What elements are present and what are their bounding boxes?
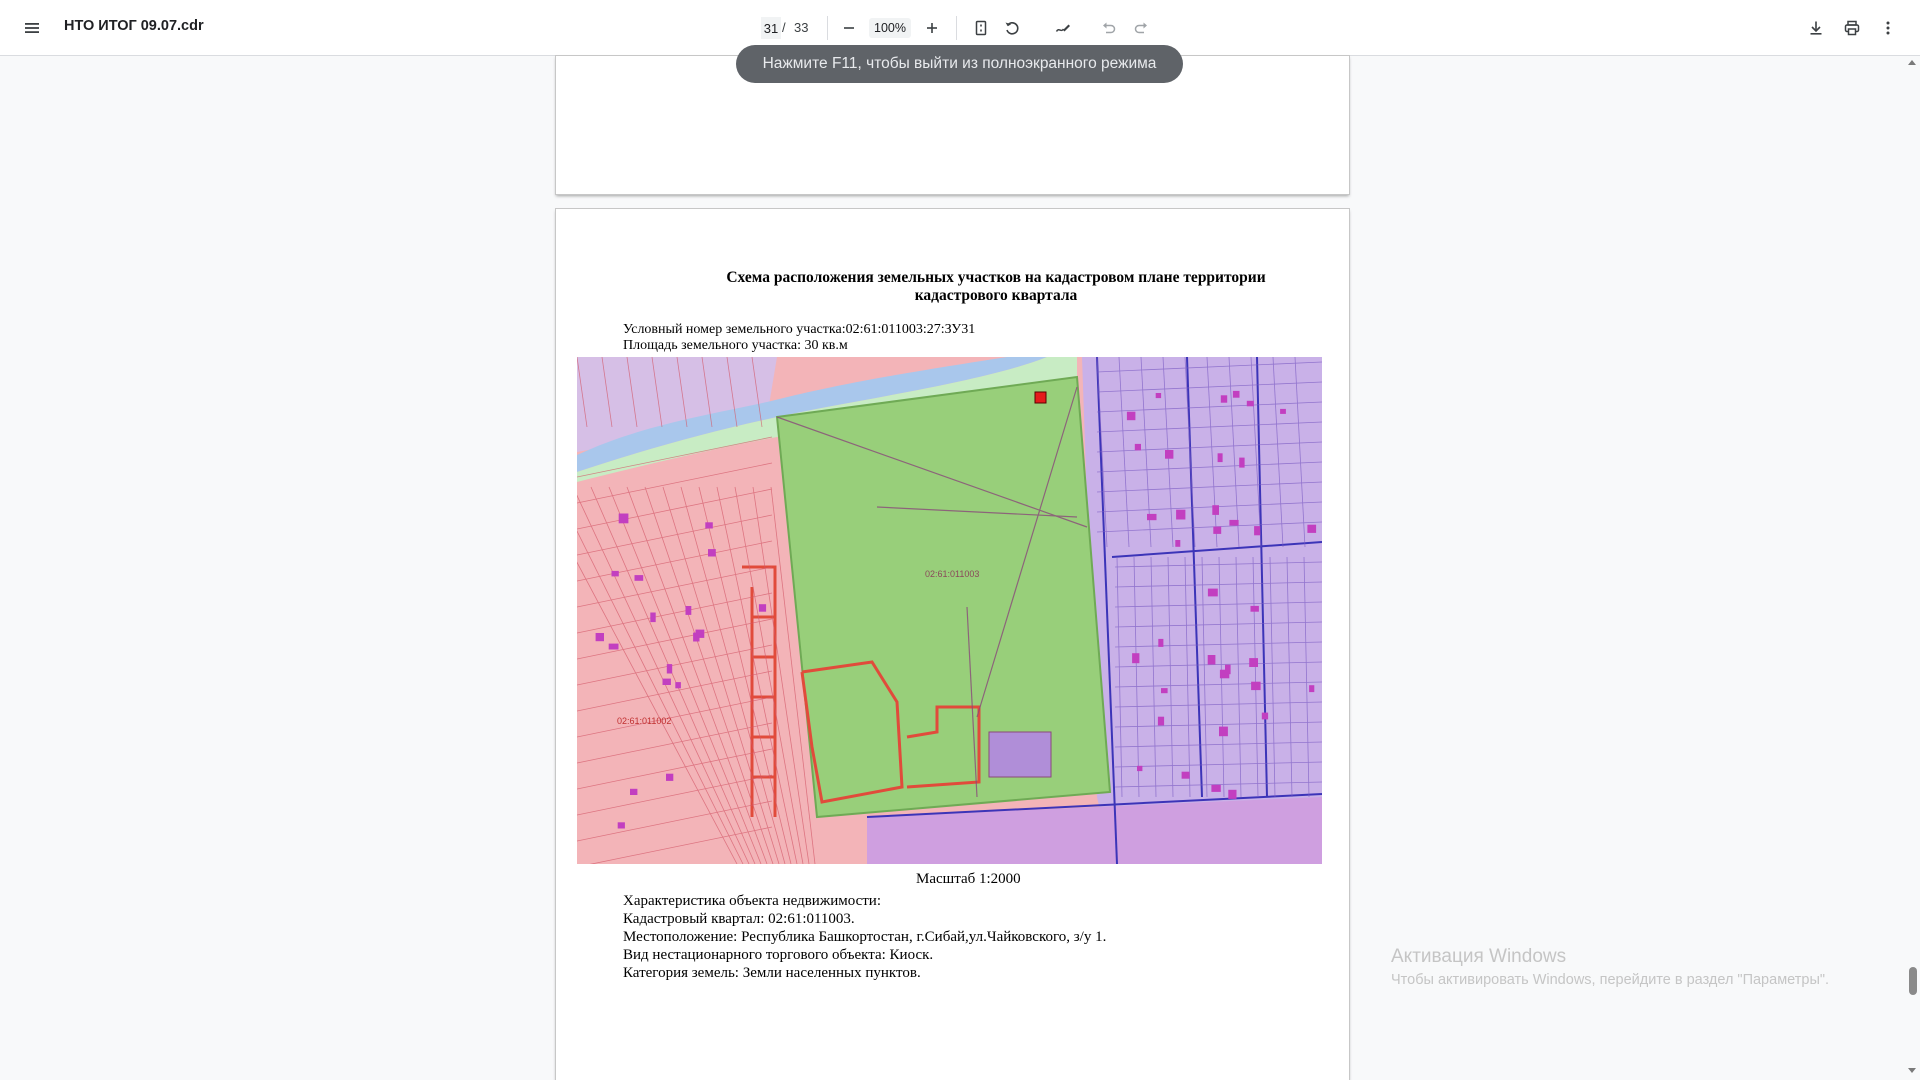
building — [1207, 588, 1218, 597]
building — [617, 822, 625, 829]
characteristics-heading: Характеристика объекта недвижимости: — [623, 893, 881, 909]
building — [1207, 655, 1216, 665]
land-category: Категория земель: Земли населенных пункт… — [623, 965, 921, 981]
fit-page-icon[interactable] — [967, 14, 995, 42]
building — [1147, 513, 1157, 521]
toolbar-divider — [827, 16, 828, 40]
building — [1132, 653, 1140, 664]
building — [1307, 524, 1317, 533]
building — [1280, 408, 1286, 414]
building — [1157, 716, 1165, 726]
building — [1228, 789, 1237, 799]
undo-icon[interactable] — [1095, 14, 1123, 42]
building — [1251, 681, 1261, 691]
building — [1254, 526, 1261, 536]
annotate-icon[interactable] — [1049, 14, 1077, 42]
more-options-icon[interactable] — [1874, 14, 1902, 42]
building — [1126, 411, 1136, 421]
sheet-title-line1: Схема расположения земельных участков на… — [726, 269, 1266, 286]
windows-activation-subtitle: Чтобы активировать Windows, перейдите в … — [1391, 972, 1830, 988]
plot-number: Условный номер земельного участка:02:61:… — [623, 322, 976, 337]
map-label-center: 02:61:011003 — [925, 569, 979, 579]
building — [1217, 453, 1223, 463]
location: Местоположение: Республика Башкортостан,… — [623, 929, 1107, 945]
building — [1175, 540, 1181, 547]
total-pages: 33 — [794, 20, 809, 35]
cadastral-map: 02:61:011003 02:61:011002 — [577, 357, 1322, 864]
windows-activation-title: Активация Windows — [1391, 946, 1567, 967]
scrollbar-thumb[interactable] — [1909, 967, 1917, 995]
building — [1249, 658, 1258, 667]
building — [634, 575, 644, 581]
hamburger-menu-icon[interactable] — [18, 14, 46, 42]
building — [618, 513, 629, 524]
building — [758, 604, 767, 612]
building — [1212, 505, 1219, 515]
map-scale: Масштаб 1:2000 — [916, 871, 1021, 887]
building — [1250, 605, 1259, 612]
fullscreen-toast: Нажмите F11, чтобы выйти из полноэкранно… — [736, 45, 1183, 83]
sheet-title-line2: кадастрового квартала — [914, 287, 1078, 304]
rotate-icon[interactable] — [998, 14, 1026, 42]
building — [608, 643, 619, 650]
building — [1261, 712, 1269, 720]
building — [595, 633, 604, 642]
building — [650, 612, 656, 623]
object-type: Вид нестационарного торгового объекта: К… — [623, 947, 934, 963]
scroll-down-arrow-icon[interactable] — [1908, 1068, 1916, 1073]
building — [1220, 395, 1228, 403]
scroll-up-arrow-icon[interactable] — [1908, 60, 1916, 65]
building — [1219, 669, 1230, 679]
current-page: Схема расположения земельных участков на… — [556, 209, 1349, 1080]
building — [1211, 784, 1221, 792]
building — [666, 773, 674, 781]
vertical-scrollbar[interactable] — [1904, 56, 1920, 1080]
building — [695, 629, 705, 638]
building — [685, 606, 692, 615]
building — [1229, 519, 1239, 526]
building — [611, 570, 619, 577]
plot-area: Площадь земельного участка: 30 кв.м — [623, 338, 848, 353]
building — [1161, 688, 1168, 694]
building — [705, 522, 713, 529]
page-separator: / — [782, 20, 786, 35]
building — [1134, 443, 1141, 451]
sheet-title: Схема расположения земельных участков на… — [676, 269, 1316, 305]
redo-icon[interactable] — [1127, 14, 1155, 42]
building — [1158, 638, 1164, 647]
building — [1246, 400, 1254, 407]
building — [1232, 390, 1240, 398]
large-building — [988, 731, 1052, 778]
building — [630, 788, 638, 795]
building — [675, 682, 681, 689]
map-label-left: 02:61:011002 — [617, 716, 671, 726]
building — [1239, 457, 1245, 468]
download-icon[interactable] — [1802, 14, 1830, 42]
building — [662, 678, 671, 685]
building — [1165, 450, 1174, 459]
document-title: НТО ИТОГ 09.07.cdr — [64, 18, 204, 34]
zoom-in-icon[interactable] — [918, 14, 946, 42]
building — [1137, 765, 1143, 772]
building — [1155, 393, 1162, 399]
building — [1219, 726, 1228, 737]
page-number-input[interactable] — [761, 17, 781, 39]
building — [708, 549, 716, 557]
building — [1181, 771, 1190, 779]
toolbar-divider — [956, 16, 957, 40]
building — [1176, 509, 1186, 520]
building — [1309, 685, 1315, 693]
plot-marker — [1034, 391, 1047, 404]
zoom-level-input[interactable]: 100% — [869, 18, 911, 38]
building — [666, 664, 673, 674]
building — [1213, 526, 1222, 534]
cadastral-quarter: Кадастровый квартал: 02:61:011003. — [623, 911, 855, 927]
zoom-out-icon[interactable] — [835, 14, 863, 42]
print-icon[interactable] — [1838, 14, 1866, 42]
